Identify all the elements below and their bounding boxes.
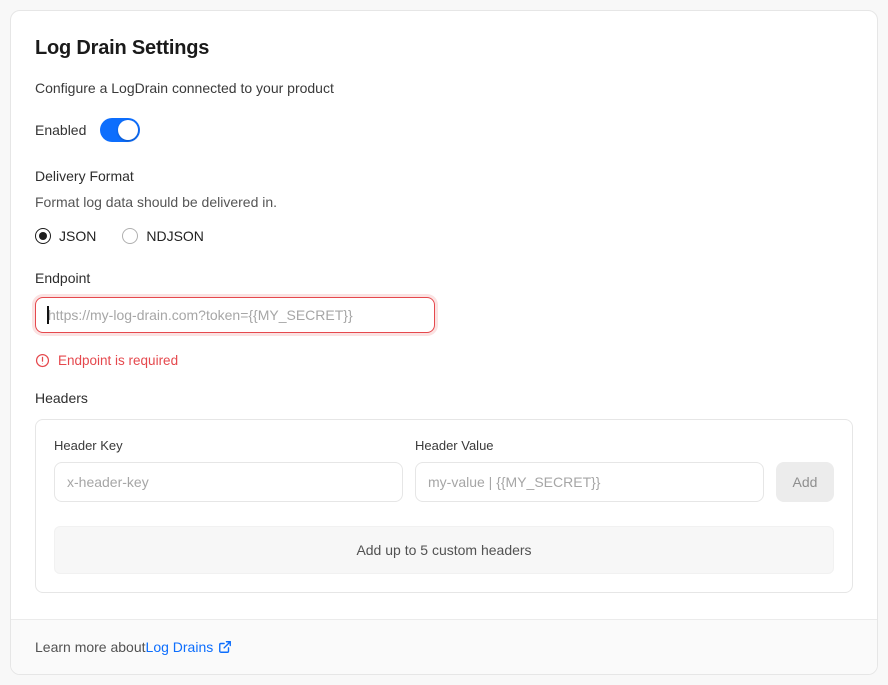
endpoint-label: Endpoint bbox=[35, 270, 853, 286]
header-key-input[interactable] bbox=[54, 462, 403, 502]
radio-checked-icon[interactable] bbox=[35, 228, 51, 244]
header-key-column: Header Key bbox=[54, 438, 403, 502]
headers-box: Header Key Header Value Add Add up to 5 … bbox=[35, 419, 853, 593]
page-title: Log Drain Settings bbox=[35, 37, 853, 60]
log-drains-link[interactable]: Log Drains bbox=[146, 639, 233, 655]
header-value-column: Header Value bbox=[415, 438, 764, 502]
endpoint-error-text: Endpoint is required bbox=[58, 353, 178, 368]
radio-option-json[interactable]: JSON bbox=[35, 228, 96, 244]
alert-circle-icon bbox=[35, 353, 50, 368]
radio-option-ndjson[interactable]: NDJSON bbox=[122, 228, 204, 244]
header-value-label: Header Value bbox=[415, 438, 764, 453]
log-drain-settings-card: Log Drain Settings Configure a LogDrain … bbox=[10, 10, 878, 675]
headers-hint-text: Add up to 5 custom headers bbox=[356, 542, 531, 558]
delivery-format-radio-group: JSON NDJSON bbox=[35, 228, 853, 244]
add-button-column: Add bbox=[776, 462, 834, 502]
radio-unchecked-icon[interactable] bbox=[122, 228, 138, 244]
toggle-knob-icon bbox=[118, 120, 138, 140]
log-drains-link-label: Log Drains bbox=[146, 639, 214, 655]
header-value-input[interactable] bbox=[415, 462, 764, 502]
footer-text: Learn more about bbox=[35, 639, 146, 655]
headers-label: Headers bbox=[35, 390, 853, 406]
page: Log Drain Settings Configure a LogDrain … bbox=[0, 0, 888, 685]
headers-form-row: Header Key Header Value Add bbox=[54, 438, 834, 502]
card-footer: Learn more aboutLog Drains bbox=[11, 619, 877, 674]
subtitle: Configure a LogDrain connected to your p… bbox=[35, 80, 853, 96]
card-body: Log Drain Settings Configure a LogDrain … bbox=[11, 11, 877, 619]
radio-label-json: JSON bbox=[59, 228, 96, 244]
text-caret bbox=[47, 306, 49, 324]
enabled-label: Enabled bbox=[35, 122, 86, 138]
endpoint-input[interactable] bbox=[35, 297, 435, 333]
header-key-label: Header Key bbox=[54, 438, 403, 453]
endpoint-error: Endpoint is required bbox=[35, 353, 853, 368]
headers-hint-bar: Add up to 5 custom headers bbox=[54, 526, 834, 574]
add-header-button[interactable]: Add bbox=[776, 462, 834, 502]
endpoint-input-wrap bbox=[35, 297, 435, 333]
enabled-row: Enabled bbox=[35, 118, 853, 142]
radio-label-ndjson: NDJSON bbox=[146, 228, 204, 244]
delivery-format-description: Format log data should be delivered in. bbox=[35, 194, 853, 210]
delivery-format-label: Delivery Format bbox=[35, 168, 853, 184]
enabled-toggle[interactable] bbox=[100, 118, 140, 142]
external-link-icon bbox=[218, 640, 232, 654]
